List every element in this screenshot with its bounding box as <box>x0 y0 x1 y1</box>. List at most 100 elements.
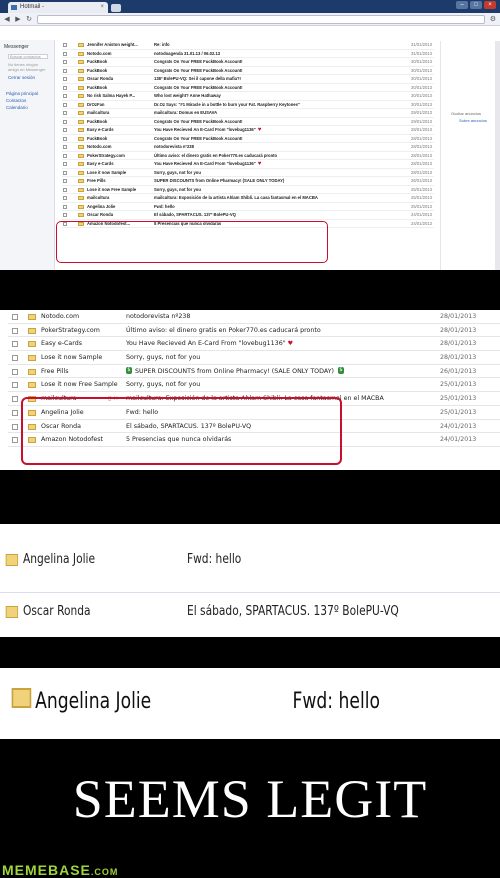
table-row[interactable]: Notodo.com notodorevista nº238 28/01/2013 <box>8 310 500 324</box>
list-item[interactable]: Oscar Ronda El sábado, SPARTACUS. 137º B… <box>0 594 410 630</box>
table-row[interactable]: Oscar Ronda El sábado, SPARTACUS. 137º Bo… <box>62 211 434 220</box>
envelope-icon <box>5 554 19 566</box>
money-bag-icon: $ <box>338 367 344 375</box>
row-checkbox[interactable] <box>12 437 18 444</box>
table-row[interactable]: Lose it now Free Sample Sorry, guys, not … <box>8 378 500 393</box>
about-ads-link[interactable]: Sobre anuncios <box>459 118 487 123</box>
table-row[interactable]: No risk Salma Hayek P... Who lost weight?… <box>62 92 434 101</box>
row-checkbox[interactable] <box>12 423 18 430</box>
table-row[interactable]: FuckBook Congrats On Your FREE FuckBook A… <box>62 135 434 143</box>
table-row[interactable]: PokerStrategy.com Último aviso: el dinero… <box>62 152 434 160</box>
forward-icon[interactable]: ▶ <box>15 15 21 23</box>
close-window-button[interactable]: × <box>484 1 496 9</box>
row-checkbox[interactable] <box>63 111 67 115</box>
red-highlight-box-zoomed <box>21 397 342 465</box>
hide-ads-link[interactable]: Ocultar anuncios <box>451 111 481 116</box>
row-checkbox[interactable] <box>12 314 18 320</box>
envelope-icon <box>28 314 36 320</box>
table-row[interactable]: Notodo.com notodorevista nº238 28/01/2013 <box>62 143 434 152</box>
sidebar-item-home[interactable]: Página principal <box>6 90 54 97</box>
logout-link[interactable]: Cerrar sesión <box>8 75 54 80</box>
row-checkbox[interactable] <box>63 77 67 81</box>
table-row[interactable]: FuckBook Congrats On Your FREE FuckBook A… <box>62 118 434 126</box>
close-tab-icon[interactable]: × <box>100 2 104 13</box>
table-row[interactable]: Lose it now Sample Sorry, guys, not for y… <box>62 169 434 177</box>
row-checkbox[interactable] <box>63 179 67 183</box>
table-row[interactable]: FuckBook Congrats On Your FREE FuckBook A… <box>62 84 434 92</box>
sidebar-item-contacts[interactable]: Contactos <box>6 97 54 104</box>
table-row[interactable]: Jennifer Aniston weight... Re: info 31/01/… <box>62 41 434 50</box>
new-tab-button[interactable] <box>111 4 121 12</box>
envelope-icon <box>78 187 84 192</box>
sender: Angelina Jolie <box>87 203 116 209</box>
row-checkbox[interactable] <box>63 170 67 175</box>
row-checkbox[interactable] <box>12 327 18 334</box>
row-checkbox[interactable] <box>63 213 67 217</box>
row-checkbox[interactable] <box>12 355 18 362</box>
browser-tab[interactable]: Hotmail - × <box>8 2 108 13</box>
wrench-icon[interactable]: ⚙ <box>490 15 496 23</box>
date: 29/01/2013 <box>411 118 432 124</box>
table-row[interactable]: DrOzFan Dr.Oz Says: "#1 Miracle in a bott… <box>62 101 434 109</box>
table-row[interactable]: Lose it now Free Sample Sorry, guys, not … <box>62 186 434 194</box>
row-checkbox[interactable] <box>63 60 67 64</box>
row-checkbox[interactable] <box>63 187 67 192</box>
table-row[interactable]: FuckBook Congrats On Your FREE FuckBook A… <box>62 67 434 75</box>
table-row[interactable]: Lose it now Sample Sorry, guys, not for y… <box>8 351 500 365</box>
row-checkbox[interactable] <box>63 162 67 166</box>
list-item[interactable]: Angelina Jolie Fwd: hello <box>0 542 410 578</box>
row-checkbox[interactable] <box>63 119 67 124</box>
table-row[interactable]: Angelina Jolie Fwd: hello 25/01/2013 <box>62 203 434 211</box>
row-checkbox[interactable] <box>63 51 67 56</box>
row-checkbox[interactable] <box>12 341 18 348</box>
sender: Lose it now Free Sample <box>41 381 118 389</box>
row-checkbox[interactable] <box>63 68 67 73</box>
row-checkbox[interactable] <box>63 102 67 107</box>
row-checkbox[interactable] <box>63 85 67 90</box>
table-row[interactable]: Free Pills SUPER DISCOUNTS from Online Ph… <box>62 177 434 186</box>
scrollbar[interactable] <box>495 41 500 270</box>
table-row[interactable]: Easy e-Cards You Have Recieved An E-Card … <box>8 337 500 352</box>
table-row[interactable]: Free Pills $ SUPER DISCOUNTS from Online P… <box>8 365 500 379</box>
table-row[interactable]: Notodo.com notodoagenda 31.01.13 / 06.02.… <box>62 50 434 58</box>
reload-icon[interactable]: ↻ <box>26 15 32 23</box>
table-row[interactable]: PokerStrategy.com Último aviso: el dinero… <box>8 324 500 338</box>
subject: Dr.Oz Says: "#1 Miracle in a bottle to b… <box>154 101 300 107</box>
row-checkbox[interactable] <box>63 153 67 158</box>
zoomed-single-row: Angelina Jolie Fwd: hello <box>0 668 500 739</box>
table-row[interactable]: FuckBook Congrats On Your FREE FuckBook A… <box>62 58 434 67</box>
date: 31/01/2013 <box>411 50 432 56</box>
envelope-icon <box>28 368 36 375</box>
row-checkbox[interactable] <box>63 128 67 132</box>
table-row[interactable]: Easy e-Cards You Have Recieved An E-Card … <box>62 126 434 135</box>
envelope-icon <box>78 145 84 149</box>
minimize-button[interactable]: – <box>456 1 468 9</box>
table-row[interactable]: Easy e-Cards You Have Recieved An E-Card … <box>62 160 434 169</box>
subject: You Have Recieved An E-Card From "lovebu… <box>154 161 262 167</box>
row-checkbox[interactable] <box>12 368 18 375</box>
empty-contacts-note: No tienes ningún amigo en Messenger <box>8 62 46 72</box>
contact-search-input[interactable]: Buscar contactos <box>8 54 48 59</box>
row-checkbox[interactable] <box>12 396 18 403</box>
row-checkbox[interactable] <box>12 409 18 416</box>
table-row[interactable]: mailcultura mailcultura: Domus en EUSAVA 2… <box>62 109 434 118</box>
row-checkbox[interactable] <box>63 94 67 98</box>
date: 25/01/2013 <box>440 408 477 416</box>
row-checkbox[interactable] <box>63 43 67 47</box>
list-item[interactable]: Angelina Jolie Fwd: hello <box>0 672 468 732</box>
row-checkbox[interactable] <box>12 382 18 389</box>
envelope-icon <box>78 119 84 124</box>
row-checkbox[interactable] <box>63 196 67 200</box>
subject: $ SUPER DISCOUNTS from Online Pharmacy! (… <box>126 367 344 375</box>
back-icon[interactable]: ◀ <box>4 15 10 23</box>
row-checkbox[interactable] <box>63 145 67 149</box>
row-checkbox[interactable] <box>63 204 67 209</box>
sender: Lose it now Sample <box>41 354 103 362</box>
table-row[interactable]: Oscar Ronda 138º BolePU-VQ: Sei il capone… <box>62 75 434 84</box>
messenger-header[interactable]: Messenger <box>4 44 54 50</box>
table-row[interactable]: mailcultura mailcultura: Exposición de la… <box>62 194 434 203</box>
row-checkbox[interactable] <box>63 136 67 141</box>
sidebar-item-calendar[interactable]: Calendario <box>6 104 54 111</box>
maximize-button[interactable]: □ <box>470 1 482 9</box>
address-bar[interactable] <box>37 14 485 24</box>
